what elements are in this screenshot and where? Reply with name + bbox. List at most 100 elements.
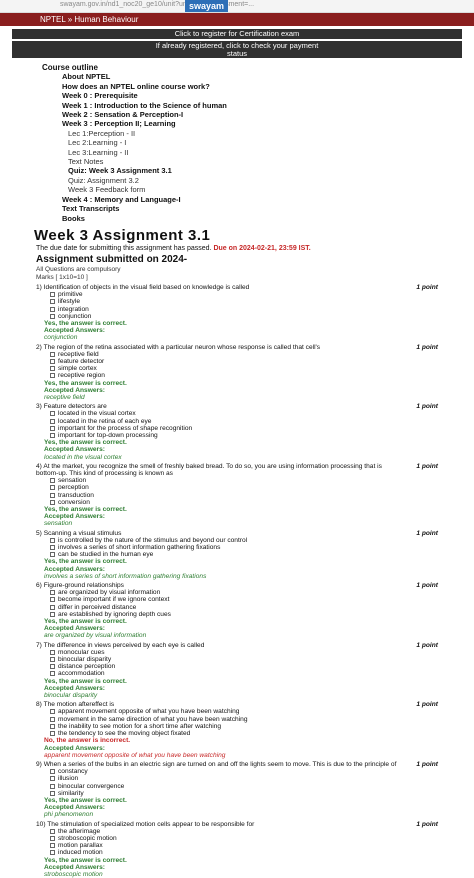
- outline-subitem[interactable]: Week 3 Feedback form: [68, 185, 474, 194]
- answer-option[interactable]: involves a series of short information g…: [50, 544, 436, 551]
- answer-option[interactable]: receptive field: [50, 351, 436, 358]
- checkbox-icon[interactable]: [50, 657, 55, 663]
- checkbox-icon[interactable]: [50, 723, 55, 729]
- accepted-answers-label: Accepted Answers:: [44, 684, 105, 692]
- answer-option[interactable]: are established by ignoring depth cues: [50, 611, 436, 618]
- answer-option[interactable]: located in the retina of each eye: [50, 418, 436, 425]
- answer-option[interactable]: is controlled by the nature of the stimu…: [50, 537, 436, 544]
- answer-option[interactable]: movement in the same direction of what y…: [50, 716, 436, 723]
- checkbox-icon[interactable]: [50, 478, 55, 484]
- answer-option[interactable]: binocular disparity: [50, 656, 436, 663]
- checkbox-icon[interactable]: [50, 418, 55, 424]
- answer-option[interactable]: become important if we ignore context: [50, 596, 436, 603]
- checkbox-icon[interactable]: [50, 850, 55, 856]
- checkbox-icon[interactable]: [50, 292, 55, 298]
- answer-option[interactable]: similarity: [50, 790, 436, 797]
- checkbox-icon[interactable]: [50, 709, 55, 715]
- checkbox-icon[interactable]: [50, 411, 55, 417]
- checkbox-icon[interactable]: [50, 590, 55, 596]
- answer-option[interactable]: perception: [50, 484, 436, 491]
- answer-option[interactable]: lifestyle: [50, 298, 436, 305]
- checkbox-icon[interactable]: [50, 776, 55, 782]
- checkbox-icon[interactable]: [50, 373, 55, 379]
- checkbox-icon[interactable]: [50, 731, 55, 737]
- outline-item[interactable]: About NPTEL: [62, 72, 474, 81]
- outline-item[interactable]: Books: [62, 214, 474, 223]
- answer-option[interactable]: important for top-down processing: [50, 432, 436, 439]
- register-certification-button[interactable]: Click to register for Certification exam: [12, 29, 462, 39]
- outline-item[interactable]: Week 4 : Memory and Language-I: [62, 195, 474, 204]
- answer-option[interactable]: the inability to see motion for a short …: [50, 723, 436, 730]
- checkbox-icon[interactable]: [50, 828, 55, 834]
- checkbox-icon[interactable]: [50, 604, 55, 610]
- outline-item[interactable]: Week 2 : Sensation & Perception-I: [62, 110, 474, 119]
- checkbox-icon[interactable]: [50, 366, 55, 372]
- outline-item[interactable]: Week 1 : Introduction to the Science of …: [62, 101, 474, 110]
- checkbox-icon[interactable]: [50, 843, 55, 849]
- answer-option[interactable]: receptive region: [50, 372, 436, 379]
- checkbox-icon[interactable]: [50, 499, 55, 505]
- answer-option[interactable]: conjunction: [50, 313, 436, 320]
- checkbox-icon[interactable]: [50, 492, 55, 498]
- answer-option[interactable]: differ in perceived distance: [50, 604, 436, 611]
- checkbox-icon[interactable]: [50, 835, 55, 841]
- checkbox-icon[interactable]: [50, 432, 55, 438]
- outline-item[interactable]: Week 3 : Perception II; Learning: [62, 119, 474, 128]
- checkbox-icon[interactable]: [50, 664, 55, 670]
- checkbox-icon[interactable]: [50, 671, 55, 677]
- checkbox-icon[interactable]: [50, 597, 55, 603]
- answer-option[interactable]: accommodation: [50, 670, 436, 677]
- question-text: 4) At the market, you recognize the smel…: [36, 462, 382, 477]
- answer-option[interactable]: distance perception: [50, 663, 436, 670]
- answer-option[interactable]: primitive: [50, 291, 436, 298]
- accepted-answer: apparent movement opposite of what you h…: [44, 751, 226, 759]
- checkbox-icon[interactable]: [50, 783, 55, 789]
- checkbox-icon[interactable]: [50, 769, 55, 775]
- answer-option[interactable]: induced motion: [50, 849, 436, 856]
- checkbox-icon[interactable]: [50, 649, 55, 655]
- outline-subitem[interactable]: Quiz: Assignment 3.2: [68, 176, 474, 185]
- outline-subitem[interactable]: Quiz: Week 3 Assignment 3.1: [68, 166, 474, 175]
- checkbox-icon[interactable]: [50, 545, 55, 551]
- outline-item[interactable]: Text Transcripts: [62, 204, 474, 213]
- answer-option[interactable]: constancy: [50, 768, 436, 775]
- checkbox-icon[interactable]: [50, 358, 55, 364]
- answer-option[interactable]: simple cortex: [50, 365, 436, 372]
- checkbox-icon[interactable]: [50, 552, 55, 558]
- answer-option[interactable]: important for the process of shape recog…: [50, 425, 436, 432]
- checkbox-icon[interactable]: [50, 306, 55, 312]
- answer-option[interactable]: motion parallax: [50, 842, 436, 849]
- outline-subitem[interactable]: Lec 3:Learning - II: [68, 148, 474, 157]
- answer-option[interactable]: feature detector: [50, 358, 436, 365]
- checkbox-icon[interactable]: [50, 537, 55, 543]
- answer-option[interactable]: integration: [50, 306, 436, 313]
- answer-option[interactable]: monocular cues: [50, 649, 436, 656]
- checkbox-icon[interactable]: [50, 716, 55, 722]
- answer-option[interactable]: can be studied in the human eye: [50, 551, 436, 558]
- answer-option[interactable]: illusion: [50, 775, 436, 782]
- outline-subitem[interactable]: Lec 2:Learning - I: [68, 138, 474, 147]
- answer-option[interactable]: conversion: [50, 499, 436, 506]
- checkbox-icon[interactable]: [50, 611, 55, 617]
- outline-subitem[interactable]: Lec 1:Perception - II: [68, 129, 474, 138]
- checkbox-icon[interactable]: [50, 313, 55, 319]
- answer-option[interactable]: sensation: [50, 477, 436, 484]
- check-payment-status-button[interactable]: If already registered, click to check yo…: [12, 41, 462, 58]
- checkbox-icon[interactable]: [50, 790, 55, 796]
- checkbox-icon[interactable]: [50, 299, 55, 305]
- answer-option[interactable]: are organized by visual information: [50, 589, 436, 596]
- question-text: 2) The region of the retina associated w…: [36, 343, 321, 351]
- checkbox-icon[interactable]: [50, 351, 55, 357]
- answer-option[interactable]: binocular convergence: [50, 783, 436, 790]
- answer-option[interactable]: apparent movement opposite of what you h…: [50, 708, 436, 715]
- answer-option[interactable]: the afterimage: [50, 828, 436, 835]
- answer-option[interactable]: transduction: [50, 492, 436, 499]
- checkbox-icon[interactable]: [50, 425, 55, 431]
- outline-item[interactable]: Week 0 : Prerequisite: [62, 91, 474, 100]
- answer-option[interactable]: the tendency to see the moving object fi…: [50, 730, 436, 737]
- answer-option[interactable]: stroboscopic motion: [50, 835, 436, 842]
- outline-subitem[interactable]: Text Notes: [68, 157, 474, 166]
- outline-item[interactable]: How does an NPTEL online course work?: [62, 82, 474, 91]
- checkbox-icon[interactable]: [50, 485, 55, 491]
- answer-option[interactable]: located in the visual cortex: [50, 410, 436, 417]
